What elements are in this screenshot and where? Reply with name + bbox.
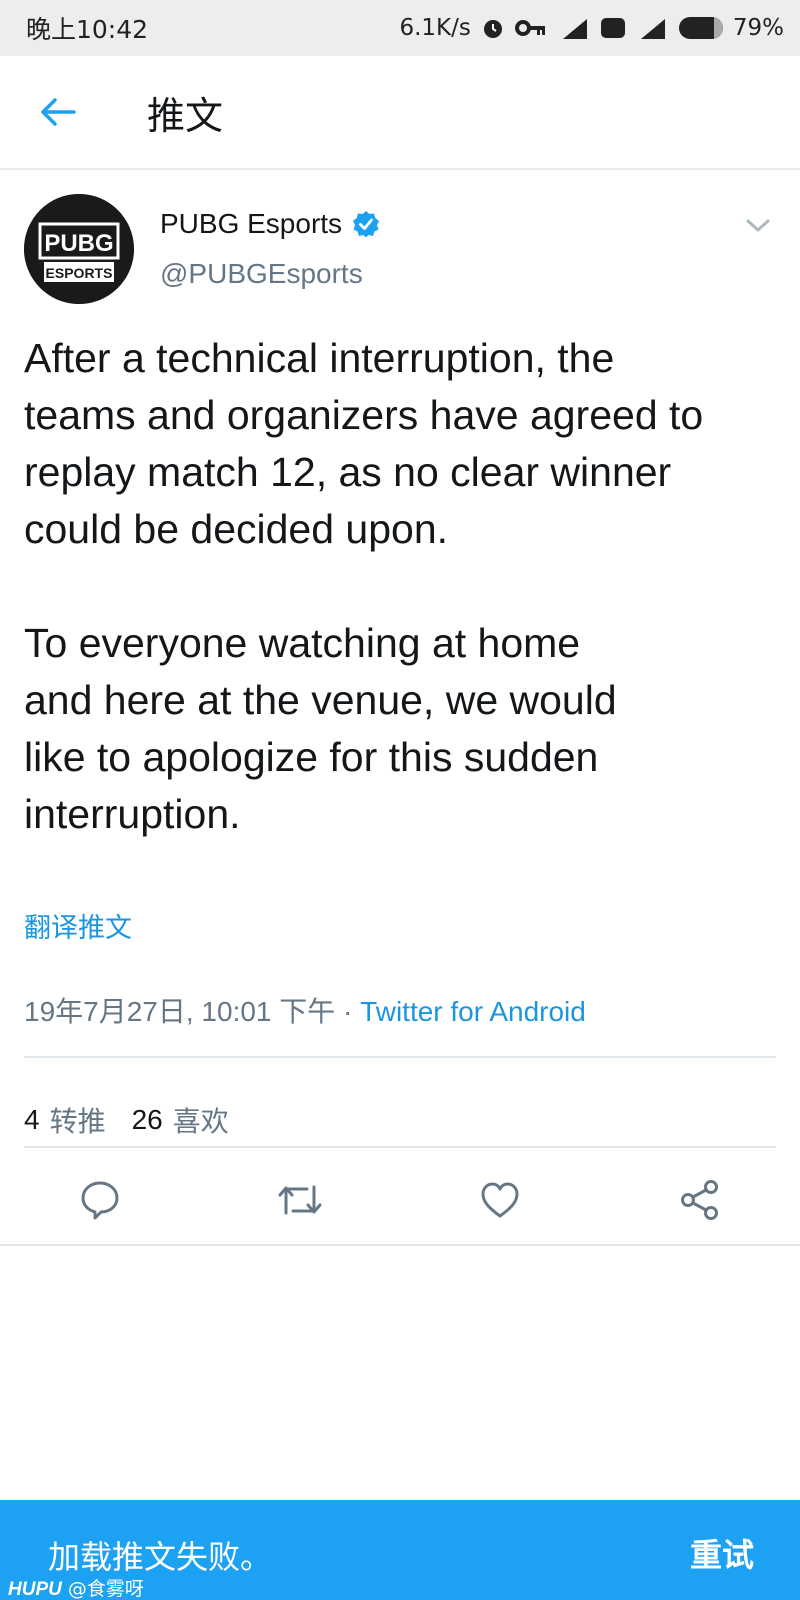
retweets-count: 4 [24, 1104, 40, 1135]
status-time: 晚上10:42 [26, 15, 149, 44]
watermark-brand: HUPU [8, 1579, 62, 1600]
retweet-icon [278, 1185, 322, 1215]
chevron-down-icon [746, 219, 770, 232]
divider [24, 1056, 776, 1058]
status-bar: 晚上10:42 6.1K/s 79% [0, 0, 800, 56]
tweet-stats: 4 转推 26 喜欢 [24, 1100, 255, 1140]
status-icons: 6.1K/s 79% [399, 15, 784, 41]
divider [0, 1244, 800, 1246]
display-name[interactable]: PUBG Esports [160, 208, 342, 240]
share-icon [681, 1180, 718, 1220]
error-message: 加载推文失败。 [48, 1538, 273, 1576]
tweet-timestamp[interactable]: 19年7月27日, 10:01 下午 [24, 996, 335, 1027]
tweet-text: After a technical interruption, the team… [24, 335, 704, 837]
share-button[interactable] [676, 1176, 724, 1224]
likes-label: 喜欢 [172, 1105, 229, 1138]
avatar-logo-bottom: ESPORTS [46, 265, 113, 281]
heart-icon [481, 1182, 519, 1218]
tweet-source-link[interactable]: Twitter for Android [360, 996, 586, 1027]
reply-button[interactable] [76, 1176, 124, 1224]
avatar-logo-top: PUBG [44, 230, 113, 257]
user-handle[interactable]: @PUBGEsports [160, 258, 363, 290]
like-button[interactable] [476, 1176, 524, 1224]
meta-separator: · [335, 996, 361, 1027]
translate-tweet-link[interactable]: 翻译推文 [24, 906, 132, 945]
app-header: 推文 [0, 56, 800, 170]
tweet-header: PUBG ESPORTS PUBG Esports @PUBGEsports [24, 194, 776, 304]
page-title: 推文 [147, 93, 224, 138]
arrow-left-icon [40, 98, 76, 126]
screen: 晚上10:42 6.1K/s 79% 推文 PUBG ESPORTS PUBG … [0, 0, 800, 1600]
retweet-button[interactable] [276, 1176, 324, 1224]
pubg-esports-logo: PUBG ESPORTS [24, 194, 134, 304]
divider [24, 1146, 776, 1148]
signal-3g-icon [557, 15, 591, 41]
alarm-icon [481, 16, 505, 40]
back-button[interactable] [0, 56, 115, 168]
retweets-label: 转推 [49, 1105, 106, 1138]
watermark-user: @食雾呀 [67, 1578, 144, 1600]
watermark: HUPU @食雾呀 [8, 1574, 144, 1600]
avatar[interactable]: PUBG ESPORTS [24, 194, 134, 304]
retry-button[interactable]: 重试 [690, 1530, 754, 1576]
likes-stat[interactable]: 26 喜欢 [132, 1100, 229, 1140]
verified-badge-icon [353, 211, 380, 238]
reply-icon [81, 1181, 119, 1220]
signal-4g-icon [635, 15, 669, 41]
network-speed: 6.1K/s [399, 15, 471, 41]
retweets-stat[interactable]: 4 转推 [24, 1100, 106, 1140]
tweet-meta: 19年7月27日, 10:01 下午 · Twitter for Android [24, 990, 586, 1030]
tweet-actions [0, 1160, 800, 1240]
battery-percent: 79% [732, 15, 784, 41]
more-options-button[interactable] [740, 210, 776, 240]
hd-icon [600, 17, 625, 39]
display-name-row[interactable]: PUBG Esports [160, 208, 380, 240]
vpn-key-icon [514, 18, 547, 38]
battery-icon [678, 17, 723, 39]
likes-count: 26 [131, 1104, 163, 1135]
